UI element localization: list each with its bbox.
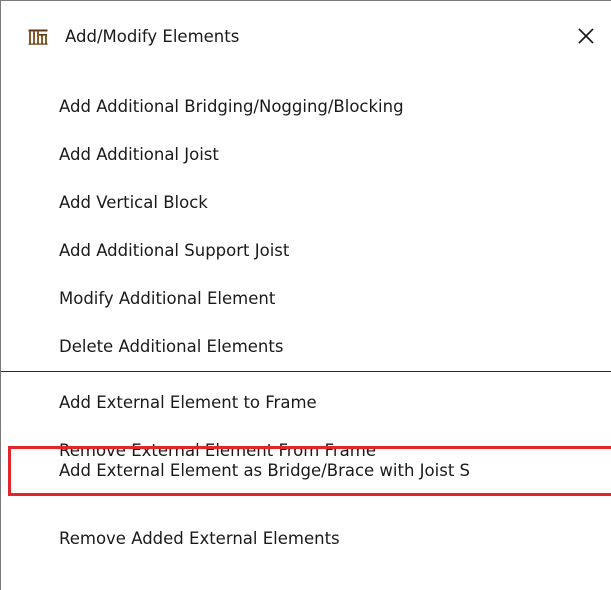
close-icon[interactable] [571,21,601,51]
highlight-box [8,446,611,496]
add-modify-elements-menu: Add/Modify Elements Add Additional Bridg… [0,0,611,590]
menu-item-add-vertical-block[interactable]: Add Vertical Block [59,188,611,218]
menu-item-add-additional-support-joist[interactable]: Add Additional Support Joist [59,236,611,266]
menu-item-delete-additional-elements[interactable]: Delete Additional Elements [59,332,611,362]
menu-item-remove-added-external-elements[interactable]: Remove Added External Elements [59,524,611,554]
frame-elements-icon [28,29,48,45]
menu-item-add-additional-bridging[interactable]: Add Additional Bridging/Nogging/Blocking [59,92,611,122]
menu-title: Add/Modify Elements [65,27,240,46]
menu-item-add-additional-joist[interactable]: Add Additional Joist [59,140,611,170]
menu-item-modify-additional-element[interactable]: Modify Additional Element [59,284,611,314]
menu-item-add-external-element-to-frame[interactable]: Add External Element to Frame [59,388,611,418]
menu-header: Add/Modify Elements [1,1,611,77]
menu-separator [1,371,611,372]
